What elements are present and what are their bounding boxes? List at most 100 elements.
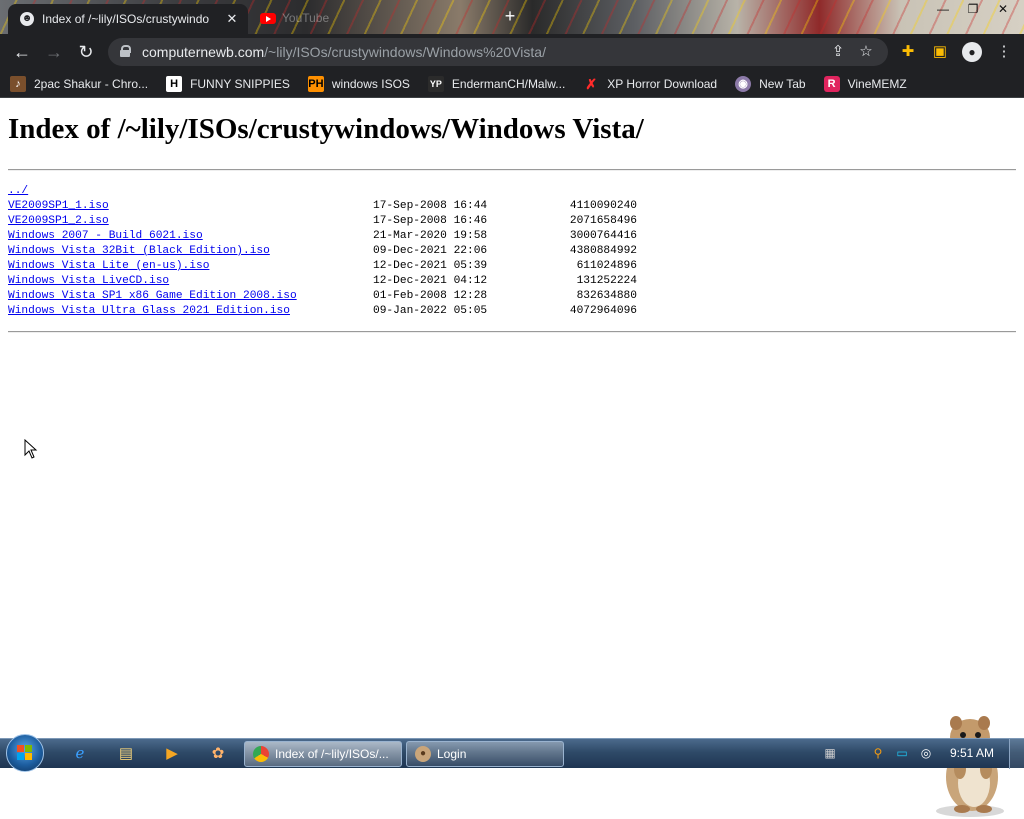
file-size: 2071658496	[569, 215, 637, 227]
file-date: 09-Dec-2021 22:06	[373, 245, 488, 257]
toolbar-actions: ✚ ▣ ● ⋮	[892, 40, 1020, 64]
bookmark-label: New Tab	[759, 76, 806, 91]
globe-favicon-icon: ◉	[735, 75, 752, 92]
media-player-icon[interactable]: ▶	[160, 743, 184, 765]
new-tab-icon[interactable]: +	[500, 6, 520, 26]
tab-strip: ☻ Index of /~lily/ISOs/crustywindo ✕ You…	[0, 0, 1024, 34]
omnibox-actions: ⇪ ☆	[824, 42, 880, 62]
file-date: 21-Mar-2020 19:58	[373, 230, 488, 242]
bookmarks-bar: ♪ 2pac Shakur - Chro... H FUNNY SNIPPIES…	[0, 70, 1024, 98]
file-size: 4380884992	[569, 245, 637, 257]
bookmark-star-icon[interactable]: ☆	[852, 42, 880, 62]
maximize-icon[interactable]: ❐	[958, 0, 988, 18]
bookmark-label: EndermanCH/Malw...	[451, 76, 566, 91]
network-icon[interactable]: ▭	[894, 745, 910, 761]
divider	[8, 169, 1016, 171]
bookmark-item[interactable]: PH windows ISOS	[307, 75, 410, 92]
taskbar-item-label: Index of /~lily/ISOs/...	[275, 747, 389, 761]
file-link[interactable]: Windows Vista LiveCD.iso	[8, 274, 169, 289]
file-size: 4110090240	[569, 200, 637, 212]
2pac-favicon-icon: ♪	[10, 75, 26, 92]
tab-close-icon[interactable]: ✕	[224, 11, 240, 27]
taskbar-item-login[interactable]: ● Login	[406, 741, 564, 767]
parent-directory-link[interactable]: ../	[8, 184, 28, 199]
start-button[interactable]	[6, 734, 44, 772]
file-date: 09-Jan-2022 05:05	[373, 305, 488, 317]
taskbar-item-label: Login	[437, 747, 467, 761]
youtube-icon	[260, 12, 276, 24]
page-favicon-icon: ☻	[20, 12, 34, 26]
r-favicon-icon: R	[823, 75, 840, 92]
tab-youtube[interactable]: YouTube	[256, 6, 476, 30]
internet-explorer-icon[interactable]: ℯ	[68, 743, 92, 765]
file-date: 12-Dec-2021 04:12	[373, 275, 488, 287]
bookmark-label: XP Horror Download	[607, 76, 718, 91]
bookmark-item[interactable]: R VineMEMZ	[823, 75, 907, 92]
page-content: Index of /~lily/ISOs/crustywindows/Windo…	[0, 99, 1024, 817]
file-link[interactable]: Windows Vista 32Bit (Black Edition).iso	[8, 244, 270, 259]
bookmark-label: FUNNY SNIPPIES	[190, 76, 290, 91]
bonzi-app-icon[interactable]: ✿	[206, 743, 230, 765]
divider	[8, 331, 1016, 333]
x-favicon-icon: ✗	[585, 75, 598, 92]
mouse-cursor-icon	[24, 439, 38, 459]
file-link[interactable]: Windows Vista SP1 x86 Game Edition 2008.…	[8, 289, 297, 304]
file-date: 01-Feb-2008 12:28	[373, 290, 488, 302]
close-window-icon[interactable]: ✕	[988, 0, 1018, 18]
menu-kebab-icon[interactable]: ⋮	[988, 40, 1020, 64]
minimize-icon[interactable]: —	[928, 0, 958, 18]
file-size: 131252224	[576, 275, 637, 287]
window-controls: — ❐ ✕	[928, 0, 1018, 18]
browser-toolbar: ← → ↻ computernewb.com/~lily/ISOs/crusty…	[0, 34, 1024, 70]
h-favicon-icon: H	[166, 75, 183, 92]
address-host: computernewb.com	[142, 44, 265, 60]
system-tray: ▦ ⚲ ▭ ◎ 9:51 AM	[814, 739, 1024, 769]
file-link[interactable]: VE2009SP1_2.iso	[8, 214, 109, 229]
profile-avatar-icon[interactable]: ●	[962, 42, 982, 62]
search-tray-icon[interactable]: ⚲	[870, 745, 886, 761]
page-title: Index of /~lily/ISOs/crustywindows/Windo…	[8, 113, 644, 145]
share-icon[interactable]: ⇪	[824, 42, 852, 62]
side-panel-icon[interactable]: ▣	[924, 40, 956, 64]
address-path: /~lily/ISOs/crustywindows/Windows%20Vist…	[264, 44, 546, 60]
file-date: 17-Sep-2008 16:46	[373, 215, 488, 227]
lock-icon[interactable]	[120, 45, 131, 57]
windows-logo-icon	[17, 745, 33, 761]
reload-icon[interactable]: ↻	[74, 40, 98, 64]
file-link[interactable]: Windows 2007 - Build 6021.iso	[8, 229, 203, 244]
file-size: 611024896	[576, 260, 637, 272]
file-link[interactable]: Windows Vista Ultra Glass 2021 Edition.i…	[8, 304, 290, 319]
back-icon[interactable]: ←	[10, 40, 34, 64]
show-desktop-button[interactable]	[1009, 739, 1024, 769]
extensions-icon[interactable]: ✚	[892, 40, 924, 64]
file-link[interactable]: Windows Vista Lite (en-us).iso	[8, 259, 209, 274]
file-link[interactable]: VE2009SP1_1.iso	[8, 199, 109, 214]
bookmark-item[interactable]: YP EndermanCH/Malw...	[427, 75, 566, 92]
file-date: 12-Dec-2021 05:39	[373, 260, 488, 272]
file-size: 832634880	[576, 290, 637, 302]
folder-icon[interactable]: ▤	[114, 743, 138, 765]
file-size: 3000764416	[569, 230, 637, 242]
file-date: 17-Sep-2008 16:44	[373, 200, 488, 212]
ph-favicon-icon: PH	[307, 75, 324, 92]
forward-icon[interactable]: →	[42, 40, 66, 64]
bookmark-item[interactable]: ✗ XP Horror Download	[583, 76, 717, 92]
bookmark-label: VineMEMZ	[847, 76, 907, 91]
hamster-icon: ●	[415, 746, 431, 762]
bookmark-item[interactable]: H FUNNY SNIPPIES	[166, 75, 290, 92]
tab-title: YouTube	[282, 11, 330, 25]
bookmark-item[interactable]: ♪ 2pac Shakur - Chro...	[10, 75, 149, 92]
bookmark-item[interactable]: ◉ New Tab	[735, 75, 806, 92]
address-text[interactable]: computernewb.com/~lily/ISOs/crustywindow…	[142, 38, 546, 66]
tab-title: Index of /~lily/ISOs/crustywindo	[42, 12, 210, 26]
address-bar[interactable]: computernewb.com/~lily/ISOs/crustywindow…	[108, 38, 888, 66]
taskbar: ℯ ▤ ▶ ✿ Index of /~lily/ISOs/... ● Login…	[0, 734, 1024, 772]
tab-active[interactable]: ☻ Index of /~lily/ISOs/crustywindo ✕	[8, 4, 248, 34]
taskbar-item-browser[interactable]: Index of /~lily/ISOs/...	[244, 741, 402, 767]
clock[interactable]: 9:51 AM	[950, 746, 994, 760]
volume-icon[interactable]: ◎	[918, 745, 934, 761]
tray-app-icon[interactable]: ▦	[822, 745, 838, 761]
bookmark-label: windows ISOS	[331, 76, 410, 91]
yp-favicon-icon: YP	[427, 75, 444, 92]
bookmark-label: 2pac Shakur - Chro...	[34, 76, 149, 91]
